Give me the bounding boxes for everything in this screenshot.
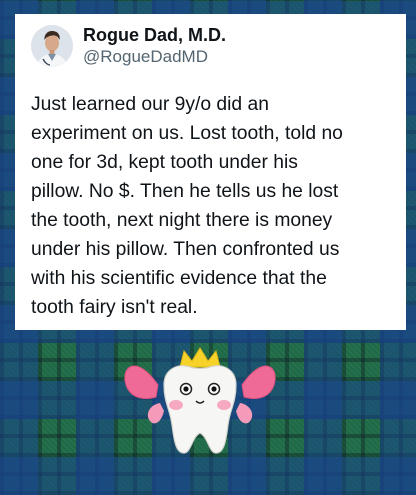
tooth-fairy-plush-icon	[124, 347, 276, 454]
avatar[interactable]	[31, 25, 73, 67]
doctor-avatar-icon	[31, 25, 73, 67]
user-names: Rogue Dad, M.D. @RogueDadMD	[83, 24, 226, 68]
tweet-text: Just learned our 9y/o did an experiment …	[31, 94, 343, 318]
user-handle[interactable]: @RogueDadMD	[83, 46, 226, 68]
display-name[interactable]: Rogue Dad, M.D.	[83, 24, 226, 46]
tweet-card: Rogue Dad, M.D. @RogueDadMD Just learned…	[15, 14, 406, 330]
tweet-header: Rogue Dad, M.D. @RogueDadMD	[31, 24, 396, 68]
